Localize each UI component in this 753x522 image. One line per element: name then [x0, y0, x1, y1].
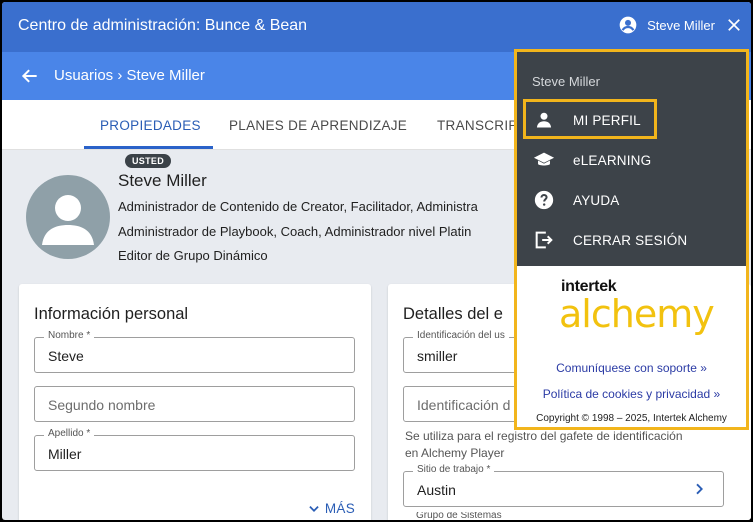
menu-user-name: Steve Miller	[532, 74, 600, 89]
menu-item-cerrar-sesion[interactable]: CERRAR SESIÓN	[533, 229, 687, 251]
help-icon	[534, 190, 554, 210]
role-line-1: Administrador de Contenido de Creator, F…	[118, 199, 478, 214]
work-site-field[interactable]: Sitio de trabajo * Austin	[403, 464, 724, 507]
person-icon	[536, 112, 552, 128]
role-line-2: Administrador de Playbook, Coach, Admini…	[118, 224, 472, 239]
work-site-label: Sitio de trabajo *	[413, 464, 495, 475]
menu-header: Steve Miller MI PERFIL eLEARNING AYUDA C…	[517, 52, 746, 266]
you-badge: USTED	[125, 154, 172, 168]
menu-item-label: AYUDA	[573, 192, 620, 208]
support-link[interactable]: Comuníquese con soporte »	[517, 361, 746, 375]
middle-name-placeholder: Segundo nombre	[48, 397, 156, 413]
menu-item-elearning[interactable]: eLEARNING	[533, 149, 651, 171]
user-dropdown-menu: Steve Miller MI PERFIL eLEARNING AYUDA C…	[514, 49, 749, 430]
tab-planes-de-aprendizaje[interactable]: PLANES DE APRENDIZAJE	[229, 118, 407, 133]
tab-transcripcion[interactable]: TRANSCRIP	[437, 118, 518, 133]
user-id-value: smiller	[417, 348, 458, 364]
more-button[interactable]: MÁS	[307, 501, 355, 516]
graduation-cap-icon	[533, 152, 555, 166]
menu-item-label: MI PERFIL	[573, 112, 641, 128]
close-icon[interactable]	[725, 16, 743, 34]
user-menu-button[interactable]: Steve Miller	[618, 15, 743, 35]
profile-name: Steve Miller	[118, 171, 207, 190]
middle-name-field[interactable]: Segundo nombre	[34, 386, 355, 422]
personal-info-card: Información personal Nombre * Steve Segu…	[19, 284, 371, 520]
first-name-value: Steve	[48, 348, 84, 364]
chevron-right-icon[interactable]	[691, 481, 707, 497]
menu-item-label: CERRAR SESIÓN	[573, 232, 688, 248]
active-tab-indicator	[84, 146, 213, 149]
badge-id-note-1: Se utiliza para el registro del gafete d…	[405, 429, 683, 443]
role-line-3: Editor de Grupo Dinámico	[118, 248, 268, 263]
employment-title: Detalles del e	[403, 305, 503, 323]
logout-icon	[535, 231, 553, 249]
menu-item-mi-perfil[interactable]: MI PERFIL	[533, 109, 641, 131]
tab-propiedades[interactable]: PROPIEDADES	[100, 118, 201, 133]
person-placeholder-icon	[42, 195, 94, 245]
last-name-value: Miller	[48, 446, 82, 462]
avatar	[26, 175, 110, 259]
menu-item-ayuda[interactable]: AYUDA	[533, 189, 620, 211]
cookies-privacy-link[interactable]: Política de cookies y privacidad »	[517, 387, 746, 401]
account-circle-icon	[619, 16, 637, 34]
more-label: MÁS	[324, 501, 355, 516]
app-title: Centro de administración: Bunce & Bean	[18, 17, 308, 34]
app-window: Centro de administración: Bunce & Bean S…	[2, 2, 751, 520]
arrow-back-icon[interactable]	[20, 66, 40, 86]
breadcrumb: Usuarios › Steve Miller	[54, 67, 205, 84]
first-name-label: Nombre *	[44, 330, 95, 341]
last-name-field[interactable]: Apellido * Miller	[34, 428, 355, 471]
first-name-field[interactable]: Nombre * Steve	[34, 330, 355, 373]
system-group-label: Grupo de Sistemas	[416, 512, 502, 520]
top-bar: Centro de administración: Bunce & Bean S…	[2, 2, 751, 52]
menu-item-label: eLEARNING	[573, 152, 652, 168]
user-id-label: Identificación del us	[413, 330, 509, 341]
badge-id-placeholder: Identificación d	[417, 397, 511, 413]
personal-info-title: Información personal	[34, 305, 189, 323]
chevron-down-icon	[309, 505, 319, 512]
logo-alchemy-text: alchemy	[559, 292, 715, 336]
badge-id-note-2: en Alchemy Player	[405, 446, 505, 460]
user-name: Steve Miller	[647, 17, 715, 33]
copyright-text: Copyright © 1998 – 2025, Intertek Alchem…	[536, 413, 727, 424]
last-name-label: Apellido *	[44, 428, 95, 439]
work-site-value: Austin	[417, 482, 456, 498]
